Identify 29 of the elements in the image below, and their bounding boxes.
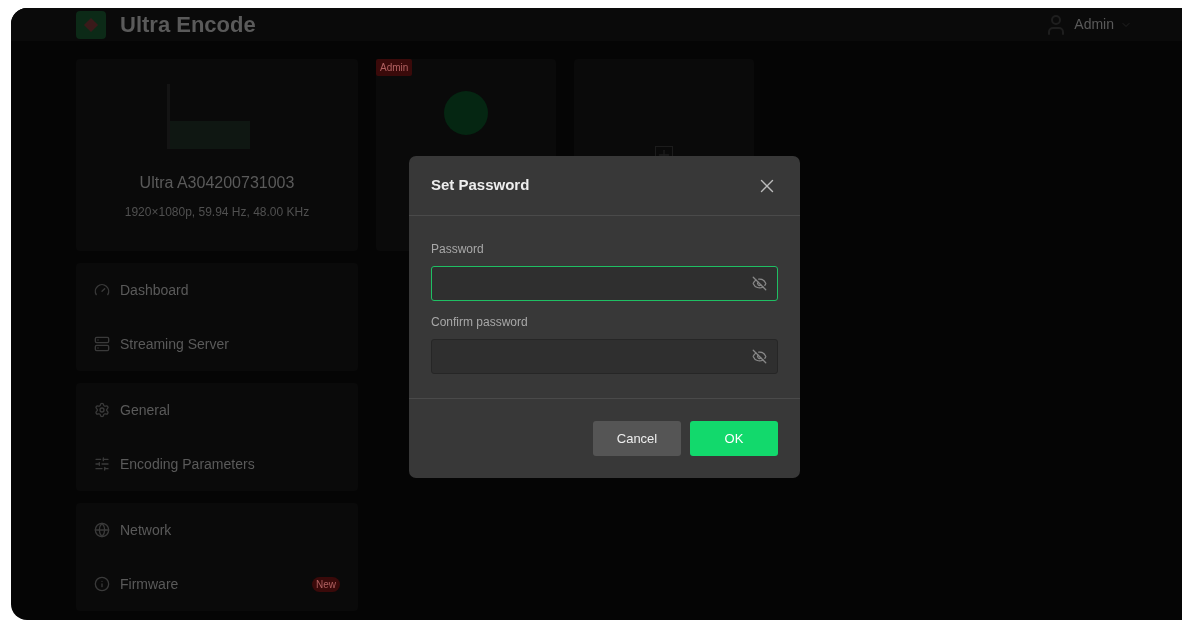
field-label: Confirm password [431, 314, 529, 331]
menu-item[interactable]: Firmware New [76, 557, 358, 611]
gauge-icon [94, 282, 110, 298]
server-icon [94, 336, 110, 352]
settings-icon [94, 402, 110, 418]
eye-off-icon[interactable] [752, 276, 767, 291]
new-badge: New [312, 576, 340, 592]
password-field[interactable] [431, 339, 778, 374]
field-label: Password [431, 241, 485, 258]
menu-item[interactable]: Dashboard [76, 263, 358, 317]
ok-button[interactable]: OK [690, 421, 778, 456]
app-title: Ultra Encode [120, 11, 256, 39]
menu-item[interactable]: Streaming Server [76, 317, 358, 371]
password-field[interactable] [431, 266, 778, 301]
device-signal: 1920×1080p, 59.94 Hz, 48.00 KHz [124, 204, 310, 221]
avatar-icon [444, 91, 488, 135]
info-icon [94, 576, 110, 592]
user-menu[interactable]: Admin [1044, 12, 1132, 37]
device-name: Ultra A304200731003 [139, 173, 295, 193]
menu-item[interactable]: Encoding Parameters [76, 437, 358, 491]
admin-badge: Admin [376, 59, 413, 76]
eye-off-icon[interactable] [752, 349, 767, 364]
logo-icon [76, 10, 106, 39]
menu-item[interactable]: General [76, 383, 358, 437]
cancel-button[interactable]: Cancel [593, 421, 681, 456]
dialog-title: Set Password [431, 175, 530, 196]
globe-icon [94, 522, 110, 538]
sliders-icon [94, 456, 110, 472]
menu-item[interactable]: Network [76, 503, 358, 557]
